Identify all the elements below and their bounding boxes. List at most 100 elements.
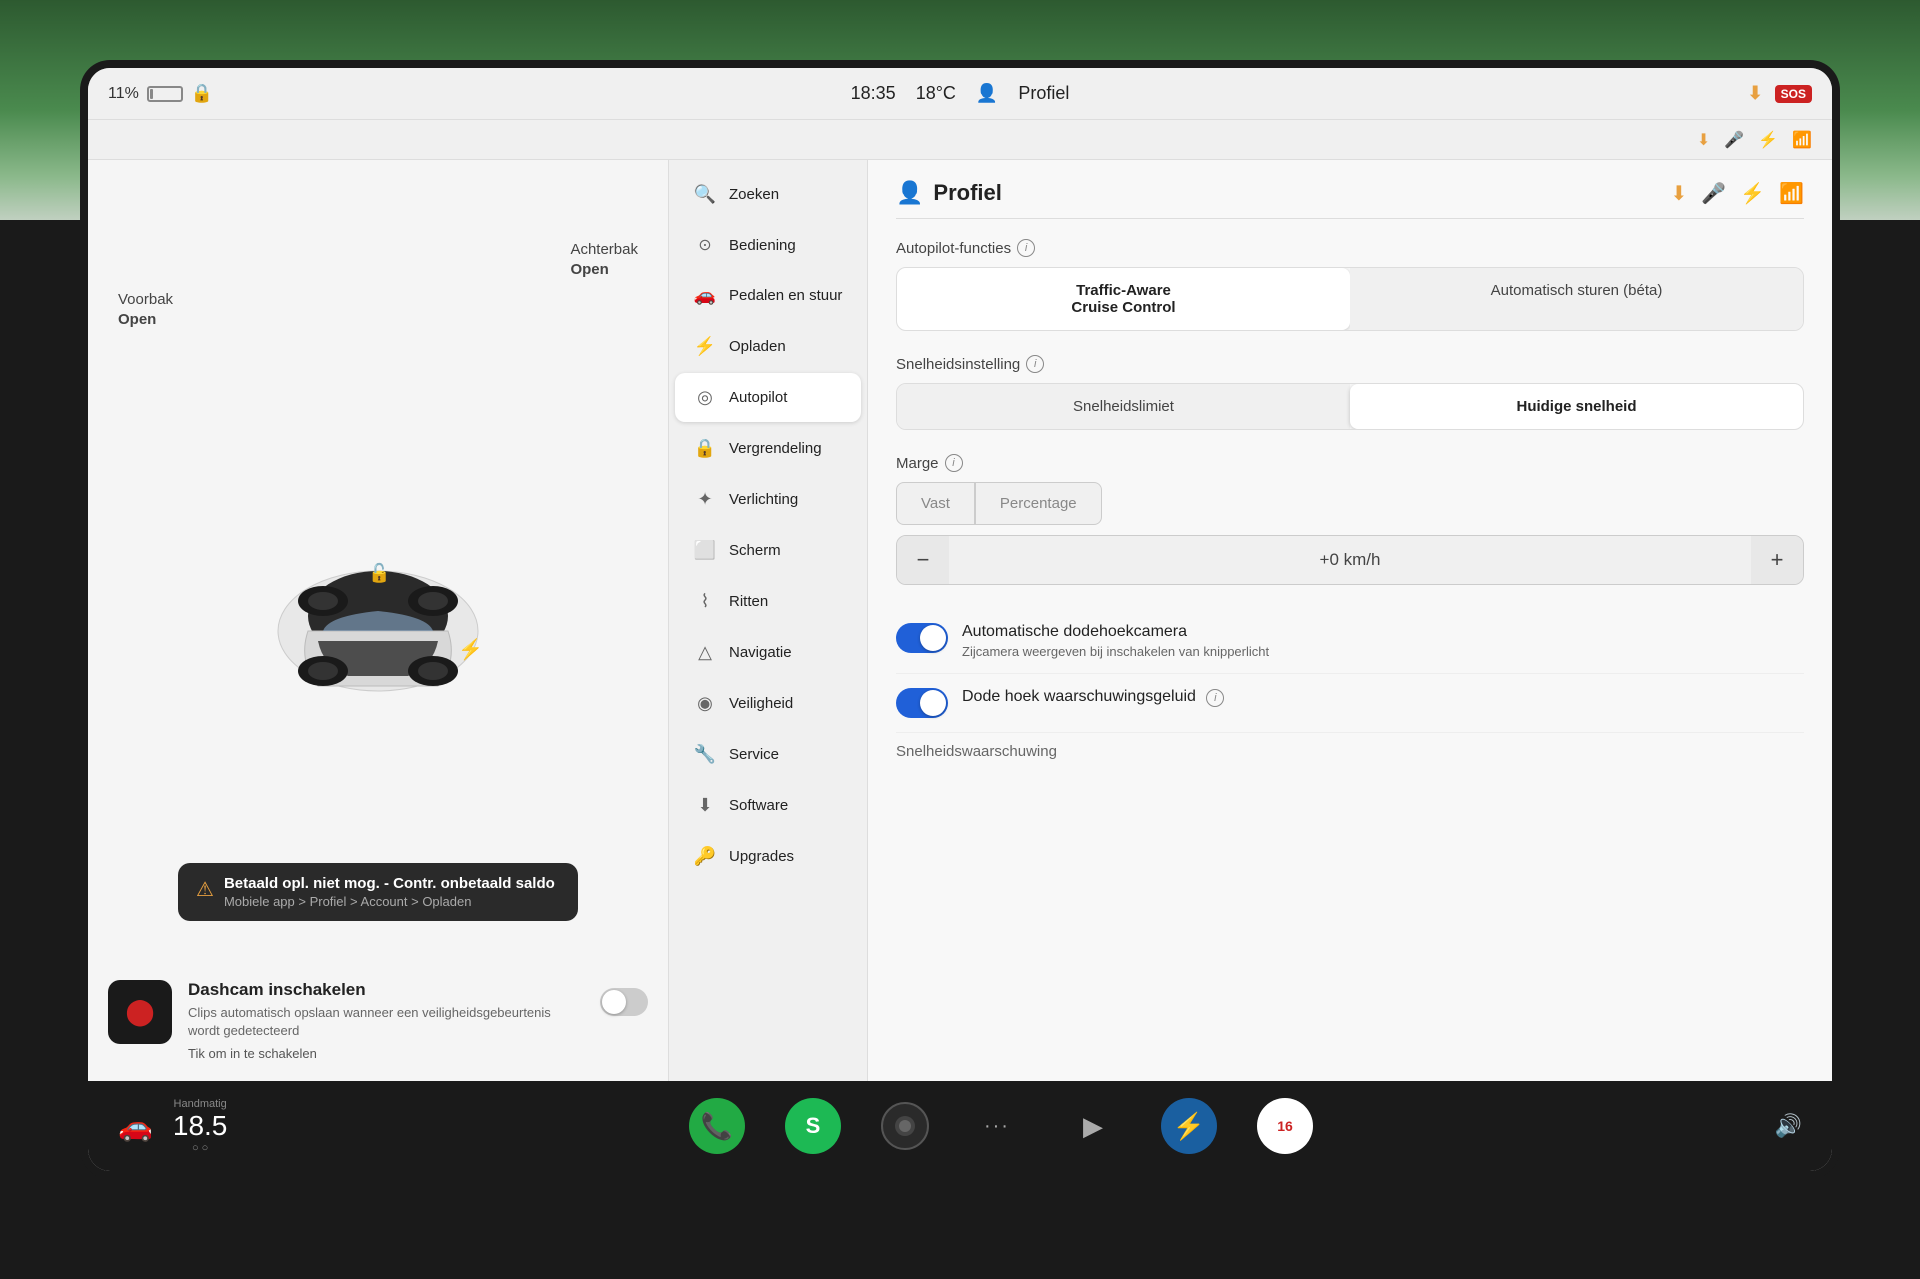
dashcam-toggle[interactable] <box>600 988 648 1016</box>
sidebar-item-label-bediening: Bediening <box>729 237 796 254</box>
marge-buttons: Vast Percentage <box>896 482 1804 525</box>
software-icon: ⬇ <box>693 795 717 816</box>
dashcam-text: Dashcam inschakelen Clips automatisch op… <box>188 980 584 1061</box>
current-time: 18:35 <box>851 83 896 104</box>
lock-icon: 🔒 <box>693 438 717 459</box>
media-btn[interactable]: ▶ <box>1065 1098 1121 1154</box>
more-btn[interactable]: ··· <box>969 1098 1025 1154</box>
marge-vast-btn[interactable]: Vast <box>896 482 975 525</box>
status-bar: 11% 🔒 18:35 18°C 👤 Profiel ⬇ SOS <box>88 68 1832 120</box>
sidebar-item-zoeken[interactable]: 🔍 Zoeken <box>675 170 861 219</box>
speed-increase-btn[interactable]: + <box>1751 536 1803 584</box>
profile-title-icon: 👤 <box>896 180 923 206</box>
sidebar-item-software[interactable]: ⬇ Software <box>675 781 861 830</box>
download-btn[interactable]: ⬇ <box>1671 181 1688 206</box>
bluetooth-btn[interactable]: ⚡ <box>1740 181 1765 206</box>
marge-percentage-btn[interactable]: Percentage <box>975 482 1102 525</box>
snelheid-info-icon[interactable]: i <box>1026 355 1044 373</box>
nav-icon: △ <box>693 642 717 663</box>
sidebar-item-vergrendeling[interactable]: 🔒 Vergrendeling <box>675 424 861 473</box>
dodehoek-info-icon[interactable]: i <box>1206 689 1224 707</box>
marge-label: Marge i <box>896 454 1804 472</box>
light-icon: ✦ <box>693 489 717 510</box>
dodehoek-geluid-row: Dode hoek waarschuwingsgeluid i <box>896 674 1804 733</box>
sidebar-item-upgrades[interactable]: 🔑 Upgrades <box>675 832 861 881</box>
autopilot-icon: ◎ <box>693 387 717 408</box>
sidebar-item-veiligheid[interactable]: ◉ Veiligheid <box>675 679 861 728</box>
autopilot-option-1[interactable]: Automatisch sturen (béta) <box>1350 268 1803 330</box>
sidebar-item-verlichting[interactable]: ✦ Verlichting <box>675 475 861 524</box>
dashcam-section: ⬤ Dashcam inschakelen Clips automatisch … <box>108 980 648 1061</box>
mic-btn[interactable]: 🎤 <box>1701 181 1726 206</box>
speed-control: − +0 km/h + <box>896 535 1804 585</box>
phone-btn[interactable]: 📞 <box>689 1098 745 1154</box>
taskbar-car-icon[interactable]: 🚗 <box>118 1110 153 1143</box>
speed-decrease-btn[interactable]: − <box>897 536 949 584</box>
sidebar-item-navigatie[interactable]: △ Navigatie <box>675 628 861 677</box>
right-panel-title: 👤 Profiel <box>896 180 1002 206</box>
autopilot-info-icon[interactable]: i <box>1017 239 1035 257</box>
dashcam-title: Dashcam inschakelen <box>188 980 584 1000</box>
dashcam-toggle-knob <box>602 990 626 1014</box>
taskbar-temperature: Handmatig 18.5 ○ ○ <box>173 1098 228 1154</box>
snelheid-section: Snelheidsinstelling i Snelheidslimiet Hu… <box>896 355 1804 430</box>
snelheid-buttons: Snelheidslimiet Huidige snelheid <box>896 383 1804 430</box>
dodehoek-geluid-title: Dode hoek waarschuwingsgeluid i <box>962 688 1804 707</box>
snelheid-option-0[interactable]: Snelheidslimiet <box>897 384 1350 429</box>
sidebar-item-label-zoeken: Zoeken <box>729 186 779 203</box>
sidebar-item-pedalen[interactable]: 🚗 Pedalen en stuur <box>675 271 861 320</box>
bluetooth-taskbar-btn[interactable]: ⚡ <box>1161 1098 1217 1154</box>
sidebar-item-ritten[interactable]: ⌇ Ritten <box>675 577 861 626</box>
sidebar-item-autopilot[interactable]: ◎ Autopilot <box>675 373 861 422</box>
search-icon: 🔍 <box>693 184 717 205</box>
camera-icon: ⬤ <box>125 996 154 1027</box>
taskbar-temp-value: 18.5 <box>173 1110 228 1142</box>
dashcam-description: Clips automatisch opslaan wanneer een ve… <box>188 1004 584 1040</box>
achterbak-label: Achterbak Open <box>570 240 638 279</box>
profile-icon: 👤 <box>976 83 998 104</box>
sidebar-item-service[interactable]: 🔧 Service <box>675 730 861 779</box>
spotify-btn[interactable]: S <box>785 1098 841 1154</box>
sidebar-item-scherm[interactable]: ⬜ Scherm <box>675 526 861 575</box>
autopilot-functies-buttons: Traffic-AwareCruise Control Automatisch … <box>896 267 1804 331</box>
autopilot-option-0[interactable]: Traffic-AwareCruise Control <box>897 268 1350 330</box>
dodehoekcamera-row: Automatische dodehoekcamera Zijcamera we… <box>896 609 1804 674</box>
voorbak-label: Voorbak Open <box>118 290 173 329</box>
signal-btn[interactable]: 📶 <box>1779 181 1804 206</box>
volume-icon[interactable]: 🔊 <box>1775 1113 1802 1139</box>
sidebar-item-opladen[interactable]: ⚡ Opladen <box>675 322 861 371</box>
taskbar-center: 📞 S ··· ▶ ⚡ 16 <box>227 1098 1774 1154</box>
sidebar-item-label-software: Software <box>729 797 788 814</box>
sidebar-item-label-navigatie: Navigatie <box>729 644 792 661</box>
marge-info-icon[interactable]: i <box>945 454 963 472</box>
warning-subtitle: Mobiele app > Profiel > Account > Oplade… <box>224 894 555 909</box>
warning-notification[interactable]: ⚠ Betaald opl. niet mog. - Contr. onbeta… <box>178 863 578 921</box>
warning-text: Betaald opl. niet mog. - Contr. onbetaal… <box>224 875 555 909</box>
dodehoek-geluid-content: Dode hoek waarschuwingsgeluid i <box>962 688 1804 710</box>
autopilot-functies-label: Autopilot-functies i <box>896 239 1804 257</box>
voice-btn[interactable] <box>881 1102 929 1150</box>
profile-label: Profiel <box>1018 83 1069 104</box>
screen-bezel: 11% 🔒 18:35 18°C 👤 Profiel ⬇ SOS ⬇ 🎤 ⚡ <box>80 60 1840 1179</box>
sidebar-item-bediening[interactable]: ⊙ Bediening <box>675 221 861 269</box>
sidebar-item-label-ritten: Ritten <box>729 593 768 610</box>
sidebar-item-label-vergrendeling: Vergrendeling <box>729 440 822 457</box>
upgrades-icon: 🔑 <box>693 846 717 867</box>
sos-label: SOS <box>1775 85 1812 103</box>
taskbar-right: 🔊 <box>1775 1113 1802 1139</box>
dodehoekcamera-toggle[interactable] <box>896 623 948 653</box>
charge-icon: ⚡ <box>693 336 717 357</box>
calendar-btn[interactable]: 16 <box>1257 1098 1313 1154</box>
snelheid-label: Snelheidsinstelling i <box>896 355 1804 373</box>
menu-panel: 🔍 Zoeken ⊙ Bediening 🚗 Pedalen en stuur … <box>668 160 868 1081</box>
battery-percentage: 11% <box>108 85 139 103</box>
taskbar: 🚗 Handmatig 18.5 ○ ○ 📞 S ··· ▶ <box>88 1081 1832 1171</box>
dodehoekcamera-title: Automatische dodehoekcamera <box>962 623 1804 641</box>
right-panel: 👤 Profiel ⬇ 🎤 ⚡ 📶 Autopilot-functies i <box>868 160 1832 1081</box>
autopilot-functies-section: Autopilot-functies i Traffic-AwareCruise… <box>896 239 1804 331</box>
safety-icon: ◉ <box>693 693 717 714</box>
dodehoek-geluid-toggle[interactable] <box>896 688 948 718</box>
dodehoekcamera-content: Automatische dodehoekcamera Zijcamera we… <box>962 623 1804 659</box>
snelheid-option-1[interactable]: Huidige snelheid <box>1350 384 1803 429</box>
lock-status-icon: 🔒 <box>191 83 213 104</box>
